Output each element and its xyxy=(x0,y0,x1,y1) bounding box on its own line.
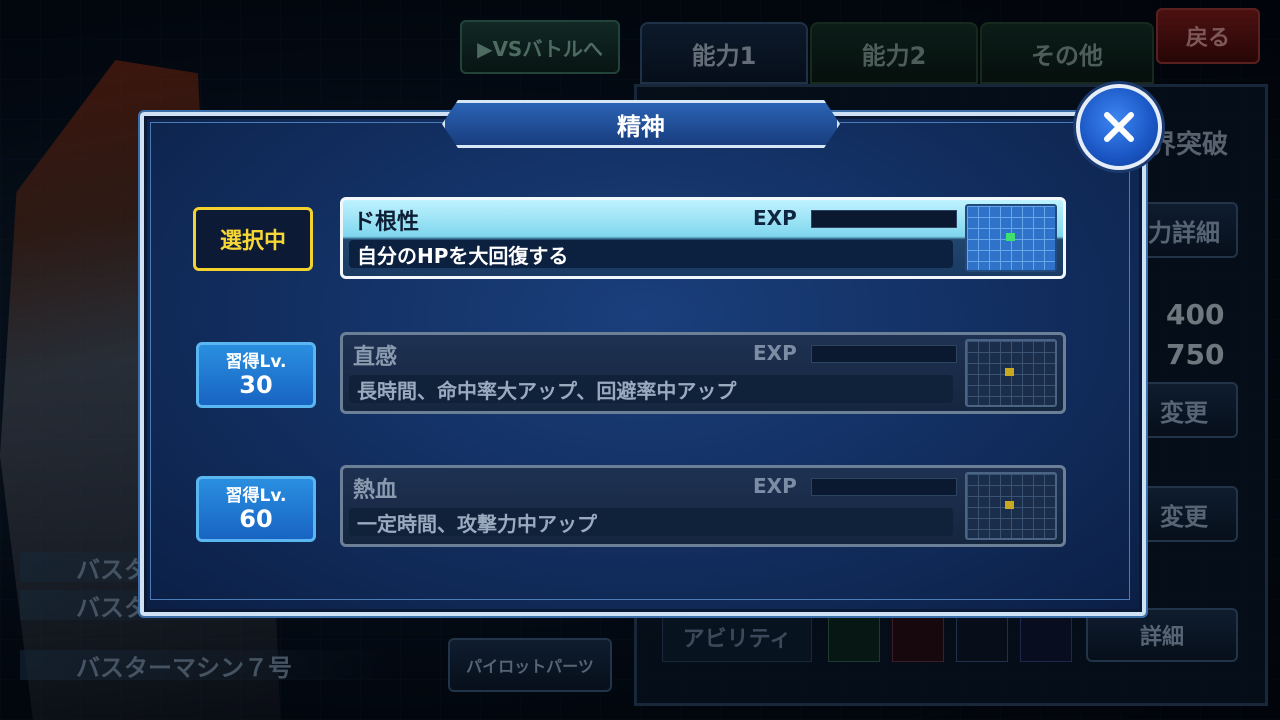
learn-level-label: 習得Lv. xyxy=(225,351,287,372)
skill-description: 一定時間、攻撃力中アップ xyxy=(349,508,953,536)
grid-marker xyxy=(1006,233,1015,241)
skill-name: ド根性 xyxy=(353,210,420,235)
dialog-title: 精神 xyxy=(442,100,840,148)
exp-label: EXP xyxy=(753,341,797,365)
selected-badge: 選択中 xyxy=(193,207,313,271)
skill-grid-icon xyxy=(965,204,1057,272)
skill-card[interactable]: 直感 EXP 長時間、命中率大アップ、回避率中アップ xyxy=(340,332,1066,414)
skill-description: 長時間、命中率大アップ、回避率中アップ xyxy=(349,375,953,403)
skill-name: 熱血 xyxy=(353,478,398,503)
grid-marker xyxy=(1005,368,1014,376)
exp-bar xyxy=(811,210,957,228)
learn-level-value: 30 xyxy=(239,370,273,399)
learn-level-label: 習得Lv. xyxy=(225,485,287,506)
learn-level-value: 60 xyxy=(239,504,273,533)
skill-grid-icon xyxy=(965,472,1057,540)
close-button[interactable] xyxy=(1076,84,1162,170)
exp-label: EXP xyxy=(753,206,797,230)
skill-card[interactable]: 熱血 EXP 一定時間、攻撃力中アップ xyxy=(340,465,1066,547)
skill-description: 自分のHPを大回復する xyxy=(349,240,953,268)
grid-marker xyxy=(1005,501,1014,509)
exp-bar xyxy=(811,345,957,363)
skill-name: 直感 xyxy=(353,345,398,370)
skill-card-selected[interactable]: ド根性 EXP 自分のHPを大回復する xyxy=(340,197,1066,279)
skill-grid-icon xyxy=(965,339,1057,407)
exp-label: EXP xyxy=(753,474,797,498)
learn-level-badge: 習得Lv. 30 xyxy=(196,342,316,408)
exp-bar xyxy=(811,478,957,496)
learn-level-badge: 習得Lv. 60 xyxy=(196,476,316,542)
close-icon xyxy=(1104,112,1134,142)
